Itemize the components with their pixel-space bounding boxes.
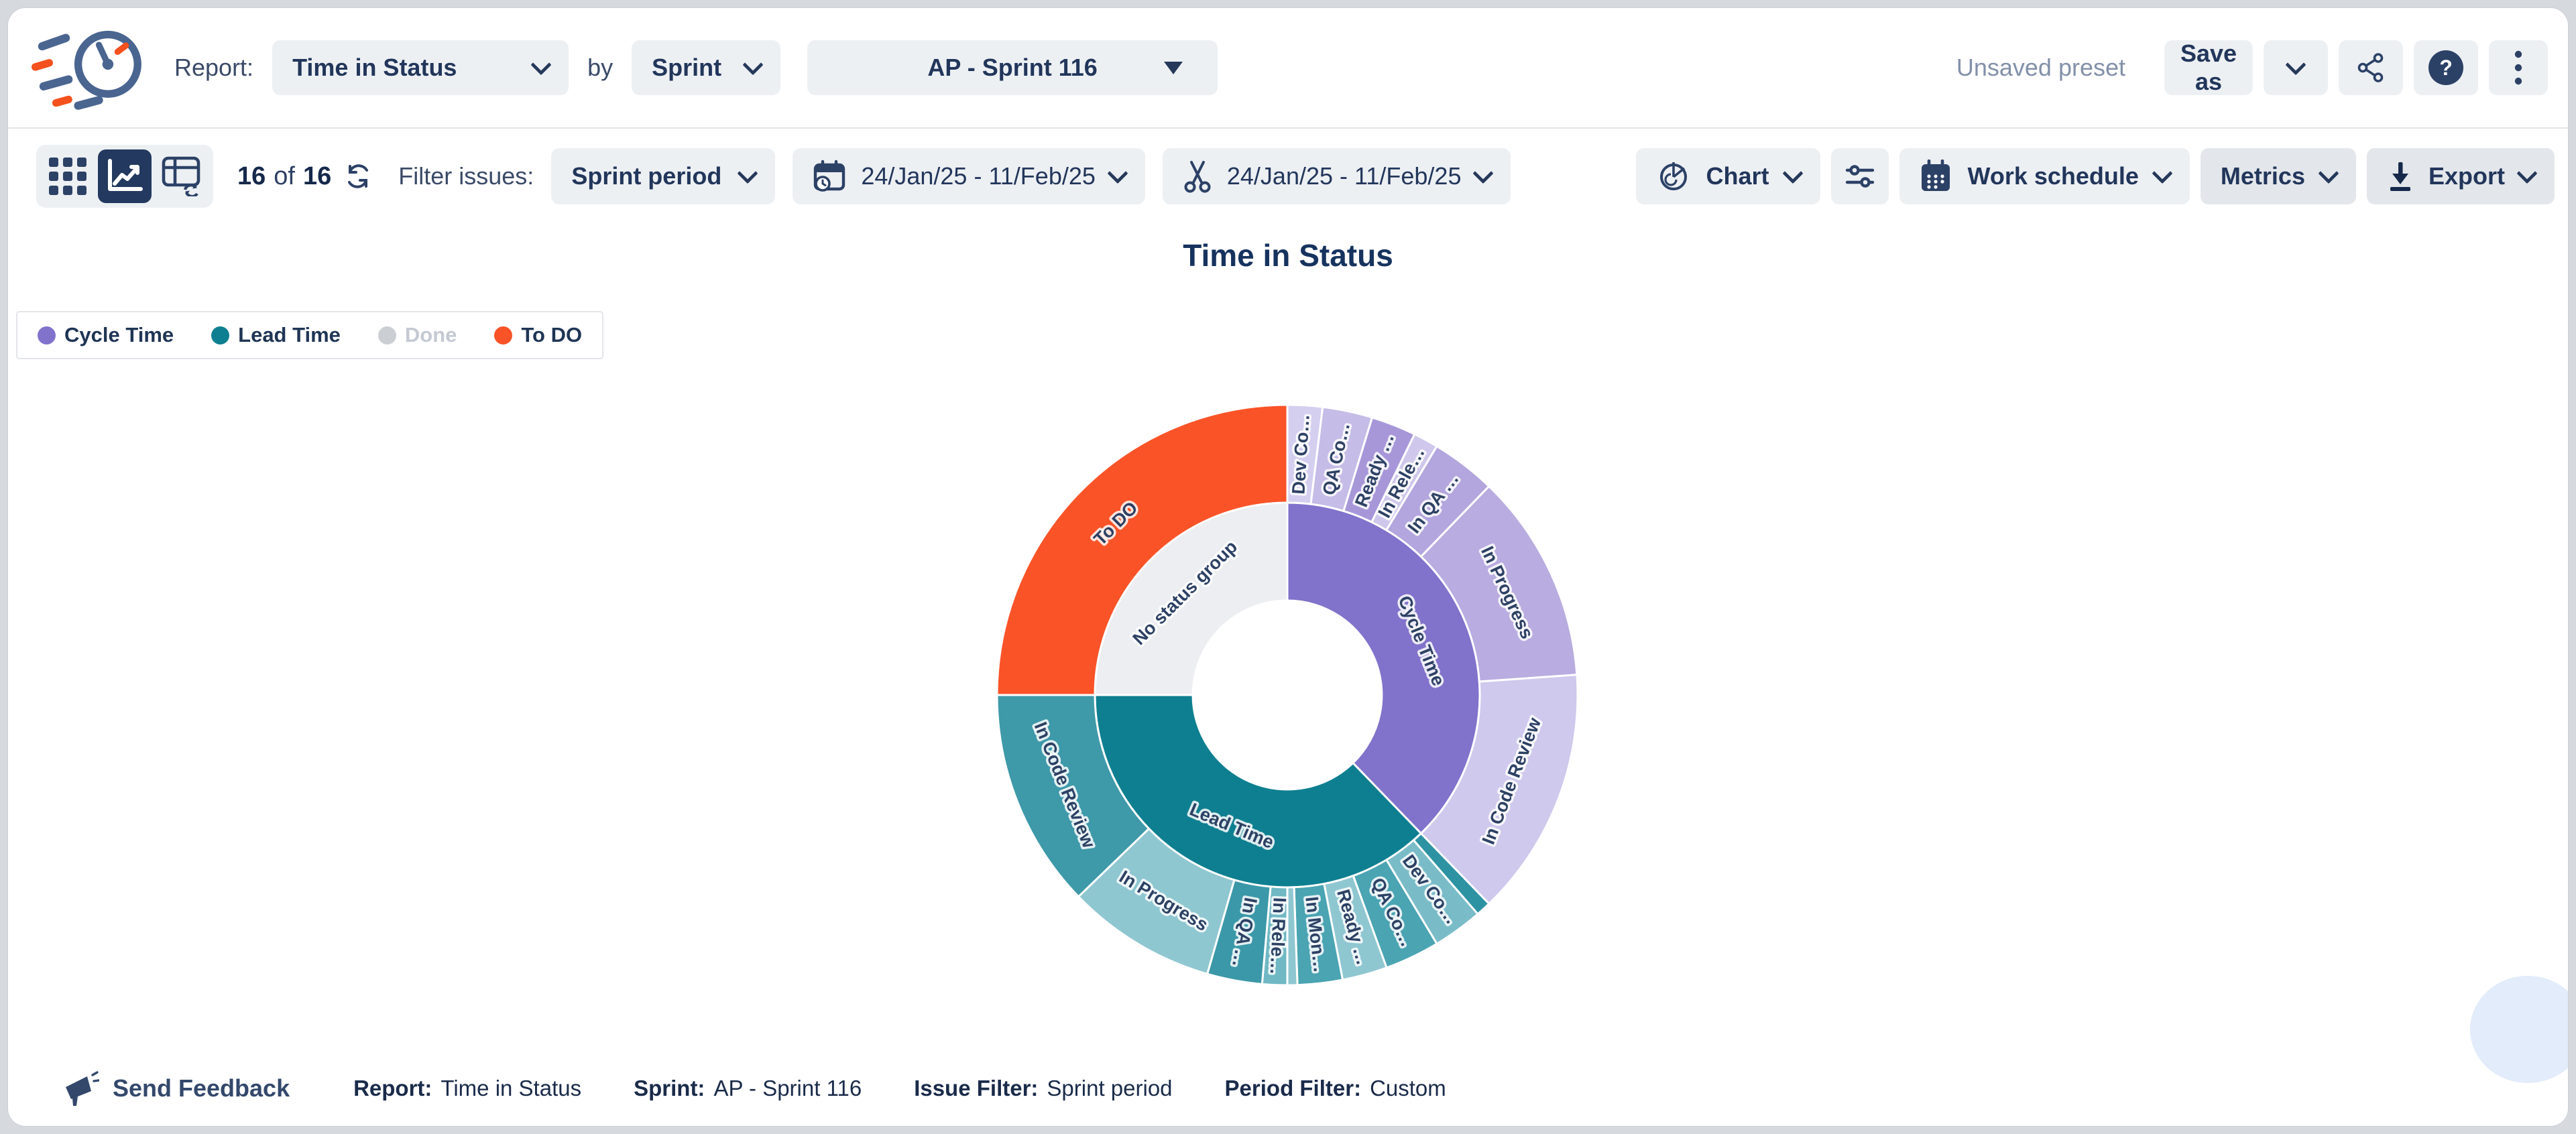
- legend-item[interactable]: To DO: [494, 323, 582, 347]
- chevron-down-icon: [1473, 163, 1494, 184]
- header: Report: Time in Status by Sprint AP - Sp…: [8, 8, 2568, 127]
- scissors-icon: [1183, 160, 1212, 193]
- issue-filter-value: Sprint period: [571, 162, 721, 190]
- legend-dot-icon: [38, 326, 56, 344]
- issue-filter-select[interactable]: Sprint period: [551, 148, 775, 204]
- app-panel: Report: Time in Status by Sprint AP - Sp…: [8, 8, 2568, 1126]
- sunburst-segment-label: In Rele…: [1267, 897, 1290, 975]
- share-icon: [2355, 52, 2386, 83]
- help-icon: ?: [2428, 50, 2463, 85]
- save-as-button[interactable]: Save as: [2164, 40, 2253, 95]
- group-by-value: Sprint: [652, 54, 721, 82]
- chevron-down-icon: [2318, 163, 2339, 184]
- view-switcher: [36, 145, 213, 208]
- report-type-value: Time in Status: [292, 54, 457, 82]
- sliders-icon: [1843, 160, 1877, 193]
- pivot-view-icon: [162, 156, 202, 196]
- pie-chart-icon: [1656, 160, 1690, 193]
- issue-count: 16 of 16: [237, 162, 373, 191]
- megaphone-icon: [62, 1070, 99, 1107]
- filter-issues-label: Filter issues:: [398, 162, 534, 190]
- work-schedule-select[interactable]: Work schedule: [1899, 148, 2190, 204]
- work-schedule-label: Work schedule: [1968, 162, 2139, 190]
- by-label: by: [587, 54, 613, 82]
- legend-label: To DO: [521, 323, 582, 347]
- share-button[interactable]: [2339, 40, 2403, 95]
- save-options-button[interactable]: [2264, 40, 2328, 95]
- chevron-down-icon: [1782, 163, 1803, 184]
- page-title: Time in Status: [8, 237, 2568, 273]
- count-of: of: [274, 162, 295, 191]
- grid-view-button[interactable]: [41, 149, 95, 203]
- chart-type-label: Chart: [1706, 162, 1769, 190]
- footer-summary-item: Issue Filter:Sprint period: [914, 1076, 1172, 1101]
- sprint-value: AP - Sprint 116: [927, 54, 1097, 82]
- sunburst-chart-wrap: Cycle TimeLead TimeNo status groupDev Co…: [989, 397, 1586, 993]
- help-button[interactable]: ?: [2414, 40, 2478, 95]
- chevron-down-icon: [738, 163, 758, 184]
- chart-legend: Cycle Time Lead Time Done To DO: [16, 311, 603, 359]
- toolbar: 16 of 16 Filter issues: Sprint period: [8, 129, 2568, 224]
- legend-item[interactable]: Done: [378, 323, 457, 347]
- period-filter-select[interactable]: 24/Jan/25 - 11/Feb/25: [793, 148, 1145, 204]
- kebab-menu-button[interactable]: [2489, 40, 2548, 95]
- export-label: Export: [2428, 162, 2505, 190]
- count-shown: 16: [237, 162, 266, 191]
- period-filter-value: 24/Jan/25 - 11/Feb/25: [861, 162, 1096, 190]
- footer: Send Feedback Report:Time in Status Sprin…: [62, 1067, 1499, 1110]
- floating-widget-bubble[interactable]: [2470, 976, 2568, 1083]
- footer-summary-item: Period Filter:Custom: [1225, 1076, 1446, 1101]
- kebab-menu-icon: [2514, 50, 2522, 85]
- calendar-clock-icon: [813, 160, 846, 193]
- export-icon: [2387, 161, 2414, 192]
- grid-view-icon: [48, 157, 87, 196]
- metrics-select[interactable]: Metrics: [2201, 148, 2356, 204]
- count-total: 16: [303, 162, 331, 191]
- legend-dot-icon: [211, 326, 229, 344]
- group-by-select[interactable]: Sprint: [632, 40, 780, 95]
- chevron-down-icon: [2516, 163, 2537, 184]
- chevron-down-icon: [2285, 54, 2306, 75]
- send-feedback-button[interactable]: Send Feedback: [62, 1070, 290, 1107]
- legend-label: Lead Time: [238, 323, 341, 347]
- legend-item[interactable]: Cycle Time: [38, 323, 174, 347]
- metrics-label: Metrics: [2221, 162, 2305, 190]
- footer-summary-item: Report:Time in Status: [353, 1076, 581, 1101]
- chevron-down-icon: [531, 54, 552, 75]
- chart-settings-button[interactable]: [1831, 148, 1889, 204]
- legend-label: Cycle Time: [64, 323, 174, 347]
- chart-view-icon: [104, 155, 145, 197]
- export-select[interactable]: Export: [2367, 148, 2555, 204]
- trim-period-select[interactable]: 24/Jan/25 - 11/Feb/25: [1163, 148, 1511, 204]
- chart-view-button[interactable]: [98, 149, 152, 203]
- trim-period-value: 24/Jan/25 - 11/Feb/25: [1227, 162, 1462, 190]
- chart-type-select[interactable]: Chart: [1636, 148, 1820, 204]
- legend-dot-icon: [378, 326, 396, 344]
- calendar-icon: [1920, 160, 1952, 193]
- sprint-select[interactable]: AP - Sprint 116: [807, 40, 1218, 95]
- preset-status: Unsaved preset: [1956, 54, 2125, 82]
- send-feedback-label: Send Feedback: [113, 1074, 290, 1102]
- legend-dot-icon: [494, 326, 512, 344]
- report-label: Report:: [174, 54, 253, 82]
- sunburst-chart[interactable]: Cycle TimeLead TimeNo status groupDev Co…: [989, 397, 1586, 993]
- pivot-view-button[interactable]: [155, 149, 209, 203]
- save-as-label: Save as: [2178, 40, 2239, 96]
- footer-summary-item: Sprint:AP - Sprint 116: [634, 1076, 862, 1101]
- refresh-icon[interactable]: [343, 162, 373, 191]
- app-logo-icon: [28, 23, 146, 113]
- footer-summary: Report:Time in Status Sprint:AP - Sprint …: [353, 1076, 1499, 1101]
- triangle-down-icon: [1164, 62, 1183, 74]
- chevron-down-icon: [743, 54, 764, 75]
- chevron-down-icon: [2152, 163, 2172, 184]
- legend-label: Done: [405, 323, 457, 347]
- report-type-select[interactable]: Time in Status: [272, 40, 569, 95]
- chevron-down-icon: [1107, 163, 1128, 184]
- legend-item[interactable]: Lead Time: [211, 323, 341, 347]
